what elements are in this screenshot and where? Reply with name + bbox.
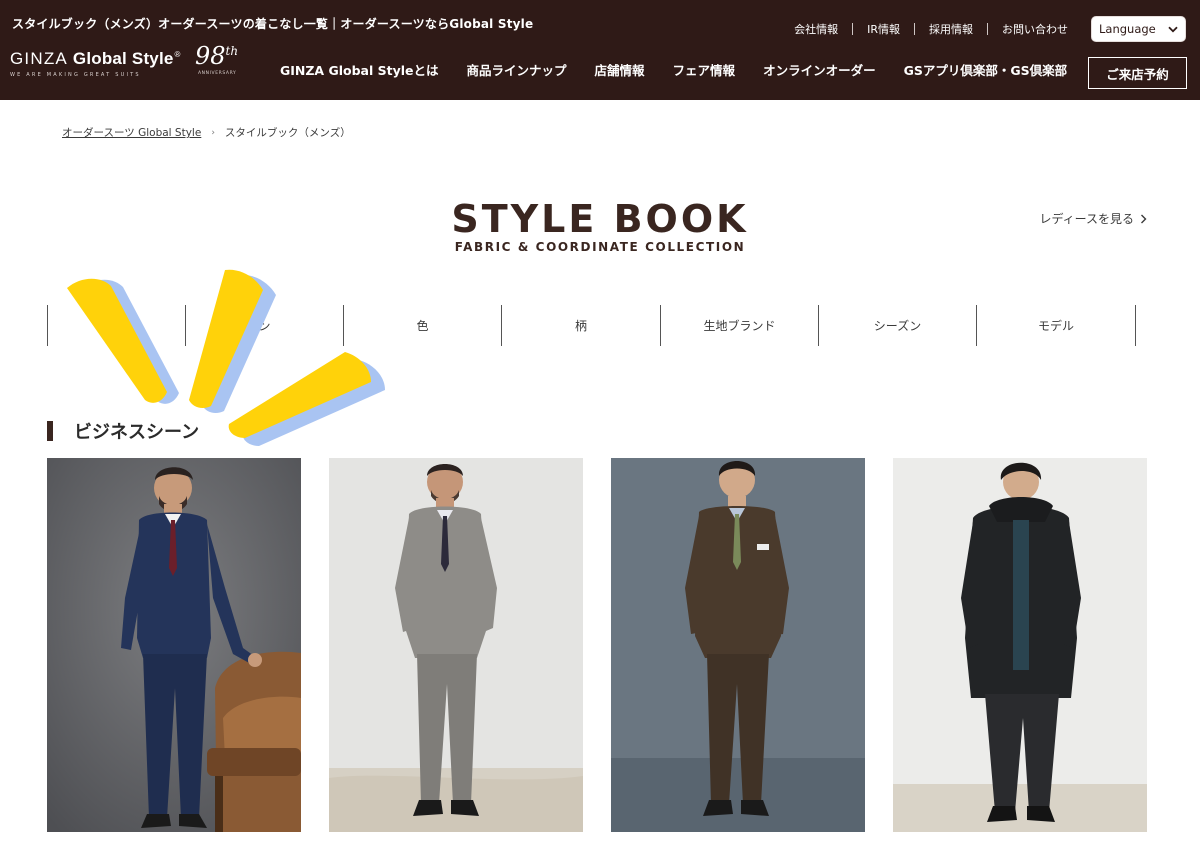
page-title: STYLE BOOK (451, 197, 749, 241)
chevron-right-icon (1141, 214, 1147, 223)
logo-wordmark: GINZA Global Style® (10, 49, 181, 68)
category-tabs: ン 色 柄 生地ブランド シーズン モデル (47, 305, 1136, 346)
reserve-visit-button[interactable]: ご来店予約 (1088, 57, 1187, 89)
util-link-contact[interactable]: お問い合わせ (988, 21, 1082, 37)
chevron-down-icon (1168, 26, 1178, 32)
ladies-stylebook-link[interactable]: レディースを見る (1039, 210, 1147, 227)
nav-stores[interactable]: 店舗情報 (581, 60, 659, 79)
language-select[interactable]: Language (1091, 16, 1186, 42)
breadcrumb-separator: › (211, 127, 215, 138)
ladies-link-label: レディースを見る (1039, 212, 1134, 226)
brown-three-piece-suit-photo (611, 458, 865, 832)
global-nav: GINZA Global Styleとは 商品ラインナップ 店舗情報 フェア情報… (266, 60, 1081, 79)
breadcrumb: オーダースーツ Global Style › スタイルブック（メンズ） (62, 125, 351, 140)
nav-club[interactable]: GSアプリ倶楽部・GS倶楽部 (890, 60, 1082, 79)
tab-fabric-brand[interactable]: 生地ブランド (660, 305, 818, 346)
style-photo-card[interactable] (611, 458, 865, 832)
style-photo-card[interactable] (47, 458, 301, 832)
nav-products[interactable]: 商品ラインナップ (453, 60, 581, 79)
site-logo[interactable]: GINZA Global Style® WE ARE MAKING GREAT … (10, 42, 250, 84)
section-title-label: ビジネスシーン (74, 422, 200, 443)
page-title-block: STYLE BOOK FABRIC & COORDINATE COLLECTIO… (0, 198, 1200, 254)
grey-double-breasted-suit-photo (329, 458, 583, 832)
tab-model[interactable]: モデル (976, 305, 1136, 346)
utility-nav: 会社情報 IR情報 採用情報 お問い合わせ (780, 21, 1082, 37)
breadcrumb-current: スタイルブック（メンズ） (224, 127, 351, 139)
style-photo-card[interactable] (893, 458, 1147, 832)
language-select-value: Language (1099, 22, 1156, 36)
tab-scene-2[interactable]: ン (185, 305, 343, 346)
section-title-bar (47, 421, 53, 441)
tab-season[interactable]: シーズン (818, 305, 976, 346)
util-link-recruit[interactable]: 採用情報 (915, 21, 987, 37)
site-header: スタイルブック（メンズ）オーダースーツの着こなし一覧｜オーダースーツならGlob… (0, 0, 1200, 100)
page-subtitle: FABRIC & COORDINATE COLLECTION (454, 240, 746, 254)
style-photo-grid (47, 458, 1147, 832)
tab-scene[interactable] (47, 305, 185, 346)
black-hooded-coat-photo (893, 458, 1147, 832)
navy-three-piece-suit-photo (47, 458, 301, 832)
page-heading: スタイルブック（メンズ）オーダースーツの着こなし一覧｜オーダースーツならGlob… (12, 17, 534, 31)
util-link-company[interactable]: 会社情報 (780, 21, 852, 37)
util-link-ir[interactable]: IR情報 (853, 21, 914, 37)
style-photo-card[interactable] (329, 458, 583, 832)
tab-color[interactable]: 色 (343, 305, 501, 346)
anniversary-badge: 98th ANNIVERSARY (195, 42, 239, 76)
breadcrumb-home-link[interactable]: オーダースーツ Global Style (62, 125, 201, 140)
nav-about[interactable]: GINZA Global Styleとは (266, 60, 453, 79)
section-title: ビジネスシーン (47, 420, 200, 443)
nav-fair[interactable]: フェア情報 (659, 60, 750, 79)
tab-pattern[interactable]: 柄 (501, 305, 660, 346)
nav-online-order[interactable]: オンラインオーダー (749, 60, 890, 79)
logo-tagline: WE ARE MAKING GREAT SUITS (10, 72, 141, 78)
